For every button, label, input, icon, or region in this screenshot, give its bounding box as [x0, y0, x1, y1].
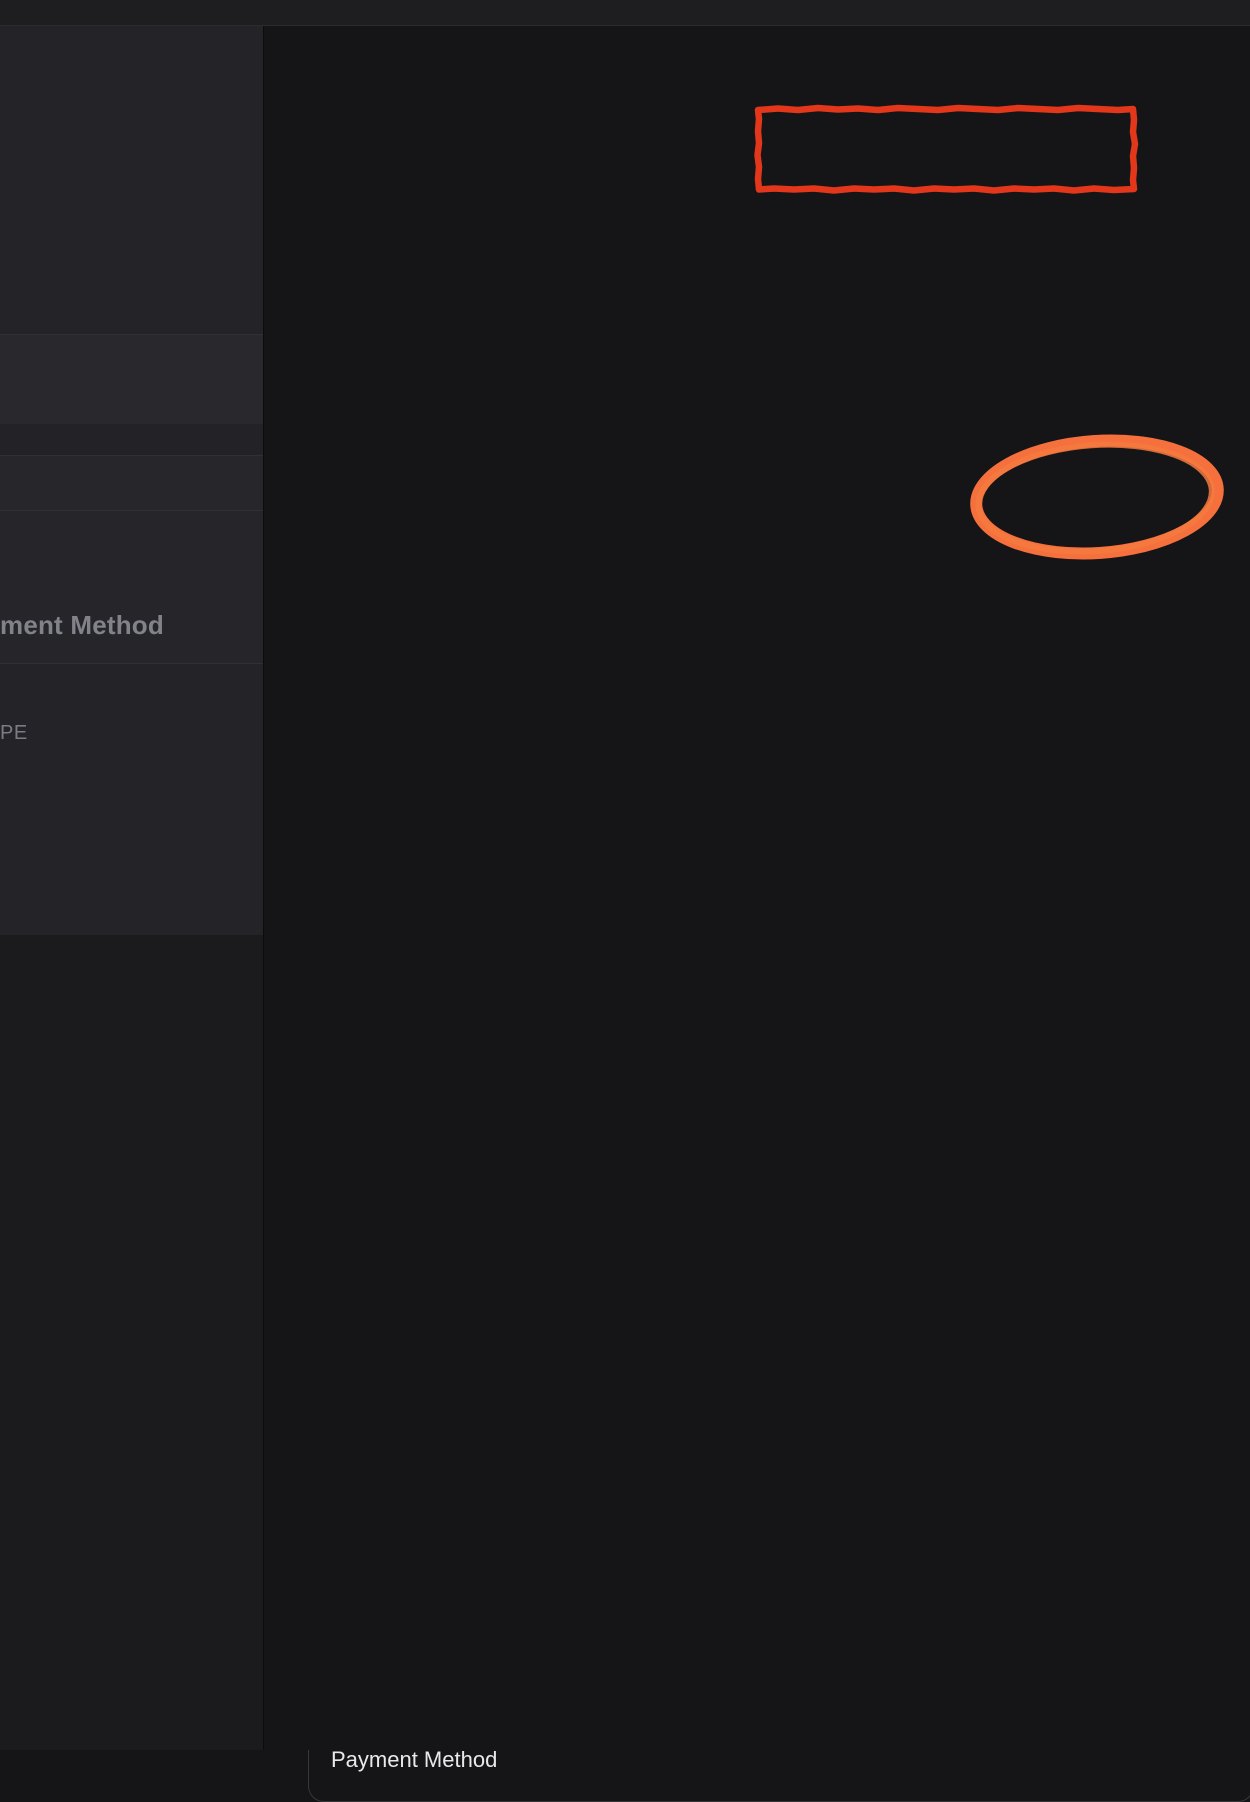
top-strip: [0, 0, 1250, 26]
underlay-row-highlight: [0, 334, 263, 424]
stripe-label-partial: PE: [0, 722, 28, 745]
order-detail-panel: [263, 0, 1250, 1750]
underlay-band: [0, 424, 263, 455]
payment-method-label: Payment Method: [331, 1747, 497, 1773]
background-page-underlay: ment Method PE: [0, 0, 263, 1750]
underlay-band: [0, 456, 263, 510]
payment-method-heading-partial: ment Method: [0, 610, 164, 641]
underlay-band: [0, 664, 263, 935]
underlay-band: [0, 935, 263, 1750]
